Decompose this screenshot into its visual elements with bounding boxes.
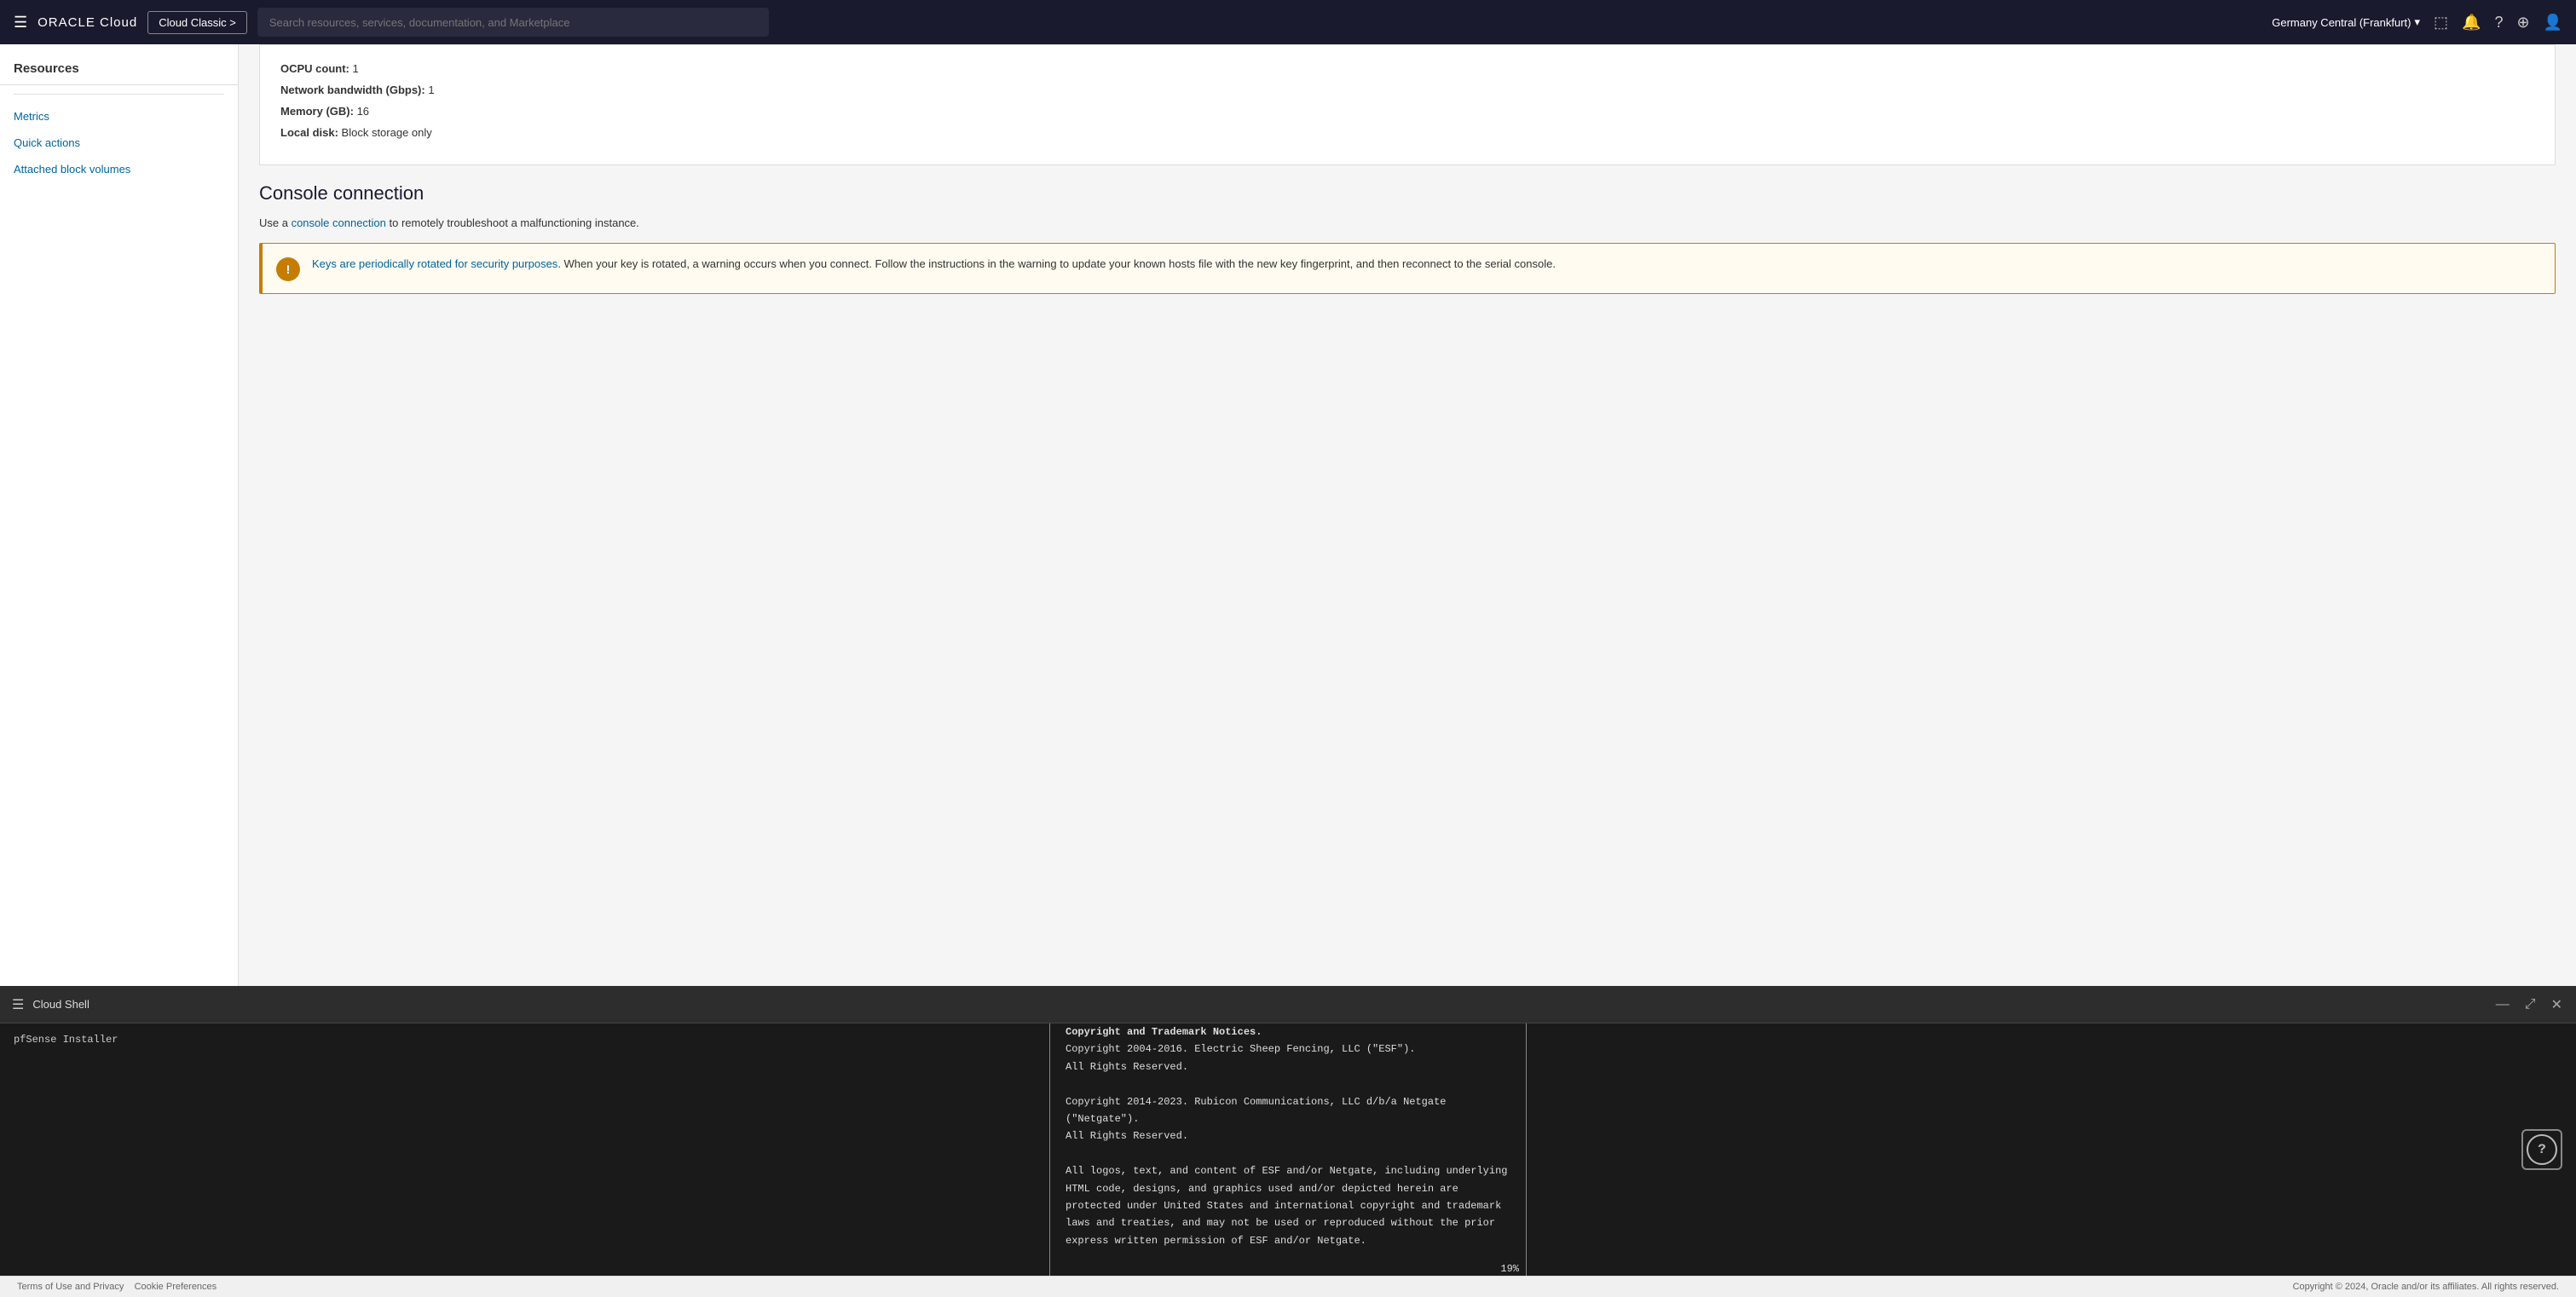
bell-icon[interactable]: 🔔 xyxy=(2462,14,2481,32)
dialog-line-9: laws and treaties, and may not be used o… xyxy=(1066,1214,1510,1231)
console-desc-suffix: to remotely troubleshoot a malfunctionin… xyxy=(386,216,639,229)
memory-label: Memory (GB): xyxy=(280,105,354,118)
terminal-body: pfSense Installer Copyright and distribu… xyxy=(0,1023,2576,1276)
dialog-content: Copyright and Trademark Notices. Copyrig… xyxy=(1050,1023,1526,1261)
network-value: 1 xyxy=(428,84,434,96)
cloud-shell-menu-icon[interactable]: ☰ xyxy=(12,996,24,1013)
dialog-heading: Copyright and Trademark Notices. xyxy=(1066,1023,1510,1040)
chevron-down-icon: ▾ xyxy=(2415,15,2421,29)
region-selector[interactable]: Germany Central (Frankfurt) ▾ xyxy=(2272,15,2420,29)
console-connection-title: Console connection xyxy=(259,182,2556,205)
info-row-memory: Memory (GB): 16 xyxy=(280,105,2534,118)
info-row-local-disk: Local disk: Block storage only xyxy=(280,126,2534,139)
security-warning-link[interactable]: Keys are periodically rotated for securi… xyxy=(312,257,557,270)
dialog-line-8: protected under United States and intern… xyxy=(1066,1197,1510,1214)
console-desc-prefix: Use a xyxy=(259,216,292,229)
expand-button[interactable]: ⤢ xyxy=(2523,995,2538,1014)
dialog-line-10: express written permission of ESF and/or… xyxy=(1066,1232,1510,1249)
sidebar-item-quick-actions[interactable]: Quick actions xyxy=(0,130,238,156)
dialog-line-6: All logos, text, and content of ESF and/… xyxy=(1066,1162,1510,1179)
nav-right: Germany Central (Frankfurt) ▾ ⬚ 🔔 ? ⊕ 👤 xyxy=(2272,14,2562,32)
oracle-logo: ORACLE Cloud xyxy=(38,15,137,30)
sidebar: Resources Metrics Quick actions Attached… xyxy=(0,44,239,986)
local-disk-value: Block storage only xyxy=(342,126,432,139)
footer: Terms of Use and Privacy Cookie Preferen… xyxy=(0,1276,2576,1297)
code-editor-icon[interactable]: ⬚ xyxy=(2434,14,2448,32)
console-section: Console connection Use a console connect… xyxy=(239,182,2576,314)
console-connection-link[interactable]: console connection xyxy=(292,216,386,229)
warning-icon: ! xyxy=(276,257,300,281)
network-label: Network bandwidth (Gbps): xyxy=(280,84,425,96)
footer-left: Terms of Use and Privacy Cookie Preferen… xyxy=(17,1282,217,1292)
info-row-network: Network bandwidth (Gbps): 1 xyxy=(280,84,2534,96)
warning-text-content: . When your key is rotated, a warning oc… xyxy=(557,257,1556,270)
dialog-line-5 xyxy=(1066,1145,1510,1162)
help-icon[interactable]: ? xyxy=(2494,14,2503,32)
cloud-shell-title: Cloud Shell xyxy=(32,998,90,1011)
cloud-shell-panel: ☰ Cloud Shell — ⤢ ✕ pfSense Installer Co… xyxy=(0,986,2576,1276)
help-inner-icon: ? xyxy=(2527,1134,2557,1165)
footer-copyright: Copyright © 2024, Oracle and/or its affi… xyxy=(2293,1282,2559,1292)
cloud-shell-controls: — ⤢ ✕ xyxy=(2494,994,2564,1015)
hamburger-icon[interactable]: ☰ xyxy=(14,14,27,32)
cloud-classic-button[interactable]: Cloud Classic > xyxy=(147,11,247,34)
memory-value: 16 xyxy=(357,105,369,118)
dialog-line-2 xyxy=(1066,1075,1510,1092)
cloud-shell-header: ☰ Cloud Shell — ⤢ ✕ xyxy=(0,986,2576,1023)
info-row-ocpu: OCPU count: 1 xyxy=(280,62,2534,75)
warning-text: Keys are periodically rotated for securi… xyxy=(312,256,1556,274)
dialog-line-1: All Rights Reserved. xyxy=(1066,1058,1510,1075)
sidebar-item-attached-block-volumes[interactable]: Attached block volumes xyxy=(0,156,238,182)
user-avatar[interactable]: 👤 xyxy=(2544,14,2562,32)
terminal-help-icon[interactable]: ? xyxy=(2521,1129,2562,1170)
dialog-line-0: Copyright 2004-2016. Electric Sheep Fenc… xyxy=(1066,1040,1510,1058)
content-area: OCPU count: 1 Network bandwidth (Gbps): … xyxy=(239,44,2576,986)
ocpu-label: OCPU count: xyxy=(280,62,349,75)
globe-icon[interactable]: ⊕ xyxy=(2516,14,2529,32)
dialog-line-7: HTML code, designs, and graphics used an… xyxy=(1066,1179,1510,1196)
local-disk-label: Local disk: xyxy=(280,126,338,139)
sidebar-section-title: Resources xyxy=(0,61,238,85)
cookie-preferences-link[interactable]: Cookie Preferences xyxy=(135,1282,217,1292)
search-input[interactable] xyxy=(257,8,769,37)
dialog-line-4: All Rights Reserved. xyxy=(1066,1127,1510,1144)
main-layout: Resources Metrics Quick actions Attached… xyxy=(0,44,2576,986)
security-warning-box: ! Keys are periodically rotated for secu… xyxy=(259,243,2556,294)
sidebar-item-metrics[interactable]: Metrics xyxy=(0,103,238,130)
minimize-button[interactable]: — xyxy=(2494,995,2511,1014)
ocpu-value: 1 xyxy=(353,62,359,75)
top-nav: ☰ ORACLE Cloud Cloud Classic > Germany C… xyxy=(0,0,2576,44)
dialog-progress: 19% xyxy=(1050,1261,1526,1276)
dialog-line-3: Copyright 2014-2023. Rubicon Communicati… xyxy=(1066,1093,1510,1128)
info-panel: OCPU count: 1 Network bandwidth (Gbps): … xyxy=(259,44,2556,165)
region-label: Germany Central (Frankfurt) xyxy=(2272,16,2411,29)
console-description: Use a console connection to remotely tro… xyxy=(259,216,2556,229)
close-button[interactable]: ✕ xyxy=(2550,994,2564,1015)
copyright-dialog: Copyright and distribution notice Copyri… xyxy=(1049,1023,1527,1276)
terms-link[interactable]: Terms of Use and Privacy xyxy=(17,1282,124,1292)
